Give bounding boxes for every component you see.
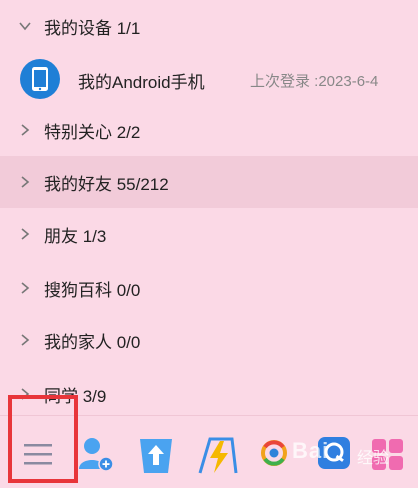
chevron-right-icon	[18, 175, 32, 189]
device-name: 我的Android手机	[78, 73, 205, 92]
chevron-right-icon	[18, 333, 32, 347]
group-my-friends[interactable]: 我的好友 55/212	[0, 156, 418, 208]
device-last-login: 上次登录 :2023-6-4	[250, 73, 379, 90]
group-label: 我的设备 1/1	[44, 18, 141, 38]
chevron-right-icon	[18, 281, 32, 295]
group-my-family[interactable]: 我的家人 0/0	[0, 314, 418, 366]
baidu-watermark-sub: 经验	[357, 450, 390, 467]
group-friends[interactable]: 朋友 1/3	[0, 208, 418, 260]
chevron-down-icon	[18, 19, 32, 33]
device-item-android[interactable]: 我的Android手机 上次登录 :2023-6-4	[0, 54, 418, 106]
group-label: 我的好友 55/212	[44, 174, 169, 194]
chevron-right-icon	[18, 123, 32, 137]
group-special-care[interactable]: 特别关心 2/2	[0, 104, 418, 156]
upload-icon[interactable]	[134, 433, 178, 477]
menu-highlight-annotation	[8, 395, 78, 483]
phone-icon	[20, 59, 60, 99]
group-label: 我的家人 0/0	[44, 332, 141, 352]
lightning-icon[interactable]	[196, 433, 240, 477]
group-label: 搜狗百科 0/0	[44, 280, 141, 300]
baidu-watermark: Bai	[292, 438, 330, 463]
group-label: 特别关心 2/2	[44, 122, 141, 142]
group-label: 朋友 1/3	[44, 226, 107, 246]
group-my-devices[interactable]: 我的设备 1/1	[0, 0, 418, 52]
chevron-right-icon	[18, 227, 32, 241]
group-sogou-baike[interactable]: 搜狗百科 0/0	[0, 262, 418, 314]
add-friend-icon[interactable]	[76, 433, 120, 477]
